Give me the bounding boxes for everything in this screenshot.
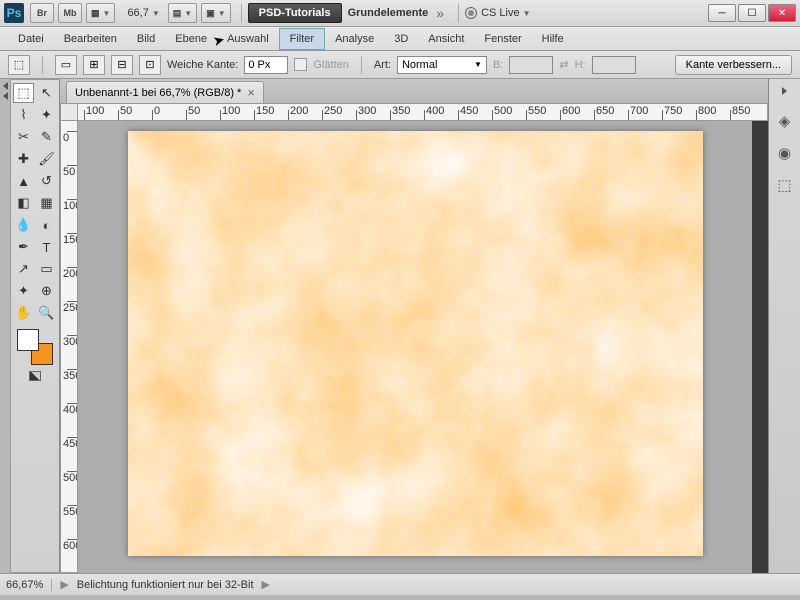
selection-new-icon[interactable]: ▭ <box>55 55 77 75</box>
antialias-label: Glätten <box>313 59 348 71</box>
vertical-scrollbar[interactable] <box>752 121 768 573</box>
title-bar: Ps Br Mb ▦▼ 66,7▼ ▤▼ ▣▼ PSD-Tutorials Gr… <box>0 0 800 27</box>
eraser-tool-icon[interactable]: ◧ <box>13 193 34 213</box>
photoshop-logo-icon: Ps <box>4 3 24 23</box>
marquee-tool-icon[interactable]: ⬚ <box>13 83 34 103</box>
canvas[interactable] <box>128 131 703 556</box>
document-tab-bar: Unbenannt-1 bei 66,7% (RGB/8) * × <box>60 79 768 103</box>
height-label: H: <box>575 59 586 71</box>
brush-tool-icon[interactable]: 🖌 <box>36 149 57 169</box>
width-label: B: <box>493 59 503 71</box>
selection-intersect-icon[interactable]: ⊡ <box>139 55 161 75</box>
vertical-ruler[interactable]: 050100150200250300350400450500550600 <box>60 121 78 573</box>
refine-edge-button[interactable]: Kante verbessern... <box>675 55 792 75</box>
menu-3d[interactable]: 3D <box>384 29 418 49</box>
options-bar: ⬚ ▭ ⊞ ⊟ ⊡ Weiche Kante: Glätten Art: Nor… <box>0 51 800 79</box>
toolbox: ⬚↖ ⌇✦ ✂✎ ✚🖌 ▲↺ ◧▦ 💧◐ ✒T ↗▭ ✦⊕ ✋🔍 <box>10 79 60 573</box>
menu-datei[interactable]: Datei <box>8 29 54 49</box>
document-tab-close-icon[interactable]: × <box>247 85 255 100</box>
menu-bild[interactable]: Bild <box>127 29 165 49</box>
minibridge-button[interactable]: Mb <box>58 3 82 23</box>
pen-tool-icon[interactable]: ✒ <box>13 237 34 257</box>
zoom-level-display[interactable]: 66,7▼ <box>127 7 159 19</box>
move-tool-icon[interactable]: ↖ <box>36 83 57 103</box>
blur-tool-icon[interactable]: 💧 <box>13 215 34 235</box>
right-panel-dock: ◈ ◉ ⬚ <box>768 79 800 573</box>
status-next-icon[interactable]: ▶ <box>262 578 270 591</box>
main-area: ⬚↖ ⌇✦ ✂✎ ✚🖌 ▲↺ ◧▦ 💧◐ ✒T ↗▭ ✦⊕ ✋🔍 Unbenan… <box>0 79 800 573</box>
height-input <box>592 56 636 74</box>
horizontal-ruler[interactable]: 1005005010015020025030035040045050055060… <box>78 103 768 121</box>
color-swatches[interactable] <box>17 329 53 365</box>
cslive-button[interactable]: CS Live ▼ <box>465 7 530 19</box>
menu-filter[interactable]: Filter <box>279 28 325 50</box>
marquee-tool-preset-icon[interactable]: ⬚ <box>8 55 30 75</box>
document-tab[interactable]: Unbenannt-1 bei 66,7% (RGB/8) * × <box>66 81 264 103</box>
feather-label: Weiche Kante: <box>167 59 238 71</box>
document-area: Unbenannt-1 bei 66,7% (RGB/8) * × 100500… <box>60 79 768 573</box>
psd-tutorials-button[interactable]: PSD-Tutorials <box>248 3 342 23</box>
close-button[interactable]: ✕ <box>768 4 796 22</box>
left-gutter[interactable] <box>0 79 10 573</box>
ruler-origin[interactable] <box>60 103 78 121</box>
style-select[interactable]: Normal▼ <box>397 56 487 74</box>
minimize-button[interactable]: ─ <box>708 4 736 22</box>
3d-tool-icon[interactable]: ✦ <box>13 281 34 301</box>
dodge-tool-icon[interactable]: ◐ <box>36 215 57 235</box>
layers-panel-icon[interactable]: ◈ <box>775 111 795 131</box>
quickmask-toggle-icon[interactable] <box>29 371 41 381</box>
lasso-tool-icon[interactable]: ⌇ <box>13 105 34 125</box>
crop-tool-icon[interactable]: ✂ <box>13 127 34 147</box>
menu-auswahl[interactable]: Auswahl <box>217 29 279 49</box>
bridge-button[interactable]: Br <box>30 3 54 23</box>
feather-input[interactable] <box>244 56 288 74</box>
selection-add-icon[interactable]: ⊞ <box>83 55 105 75</box>
selection-subtract-icon[interactable]: ⊟ <box>111 55 133 75</box>
foreground-color-swatch[interactable] <box>17 329 39 351</box>
style-label: Art: <box>374 59 391 71</box>
menu-bar: Datei Bearbeiten Bild Ebene Auswahl Filt… <box>0 27 800 51</box>
eyedropper-tool-icon[interactable]: ✎ <box>36 127 57 147</box>
gradient-tool-icon[interactable]: ▦ <box>36 193 57 213</box>
menu-bearbeiten[interactable]: Bearbeiten <box>54 29 127 49</box>
channels-panel-icon[interactable]: ◉ <box>775 143 795 163</box>
status-zoom[interactable]: 66,67% <box>6 579 52 591</box>
status-menu-icon[interactable]: ▶ <box>60 578 68 591</box>
maximize-button[interactable]: ☐ <box>738 4 766 22</box>
width-input <box>509 56 553 74</box>
swap-wh-icon: ⇄ <box>559 58 568 71</box>
status-bar: 66,67% ▶ Belichtung funktioniert nur bei… <box>0 573 800 595</box>
menu-ebene[interactable]: Ebene <box>165 29 217 49</box>
3d-camera-tool-icon[interactable]: ⊕ <box>36 281 57 301</box>
menu-analyse[interactable]: Analyse <box>325 29 384 49</box>
workspace-more-icon[interactable]: » <box>436 5 444 21</box>
antialias-checkbox <box>294 58 307 71</box>
healing-tool-icon[interactable]: ✚ <box>13 149 34 169</box>
canvas-viewport[interactable] <box>78 121 752 573</box>
path-select-tool-icon[interactable]: ↗ <box>13 259 34 279</box>
stamp-tool-icon[interactable]: ▲ <box>13 171 34 191</box>
hand-tool-icon[interactable]: ✋ <box>13 303 34 323</box>
magic-wand-tool-icon[interactable]: ✦ <box>36 105 57 125</box>
view-extras-button[interactable]: ▣▼ <box>201 3 230 23</box>
status-message: Belichtung funktioniert nur bei 32-Bit <box>77 579 254 591</box>
menu-hilfe[interactable]: Hilfe <box>532 29 574 49</box>
history-brush-tool-icon[interactable]: ↺ <box>36 171 57 191</box>
screen-mode-button[interactable]: ▦▼ <box>86 3 115 23</box>
paths-panel-icon[interactable]: ⬚ <box>775 175 795 195</box>
menu-fenster[interactable]: Fenster <box>474 29 531 49</box>
type-tool-icon[interactable]: T <box>36 237 57 257</box>
document-tab-title: Unbenannt-1 bei 66,7% (RGB/8) * <box>75 87 241 99</box>
cslive-status-icon <box>465 7 477 19</box>
panel-collapse-icon[interactable] <box>782 87 787 95</box>
workspace-label[interactable]: Grundelemente <box>348 7 429 19</box>
shape-tool-icon[interactable]: ▭ <box>36 259 57 279</box>
arrange-docs-button[interactable]: ▤▼ <box>168 3 197 23</box>
zoom-tool-icon[interactable]: 🔍 <box>36 303 57 323</box>
menu-ansicht[interactable]: Ansicht <box>418 29 474 49</box>
